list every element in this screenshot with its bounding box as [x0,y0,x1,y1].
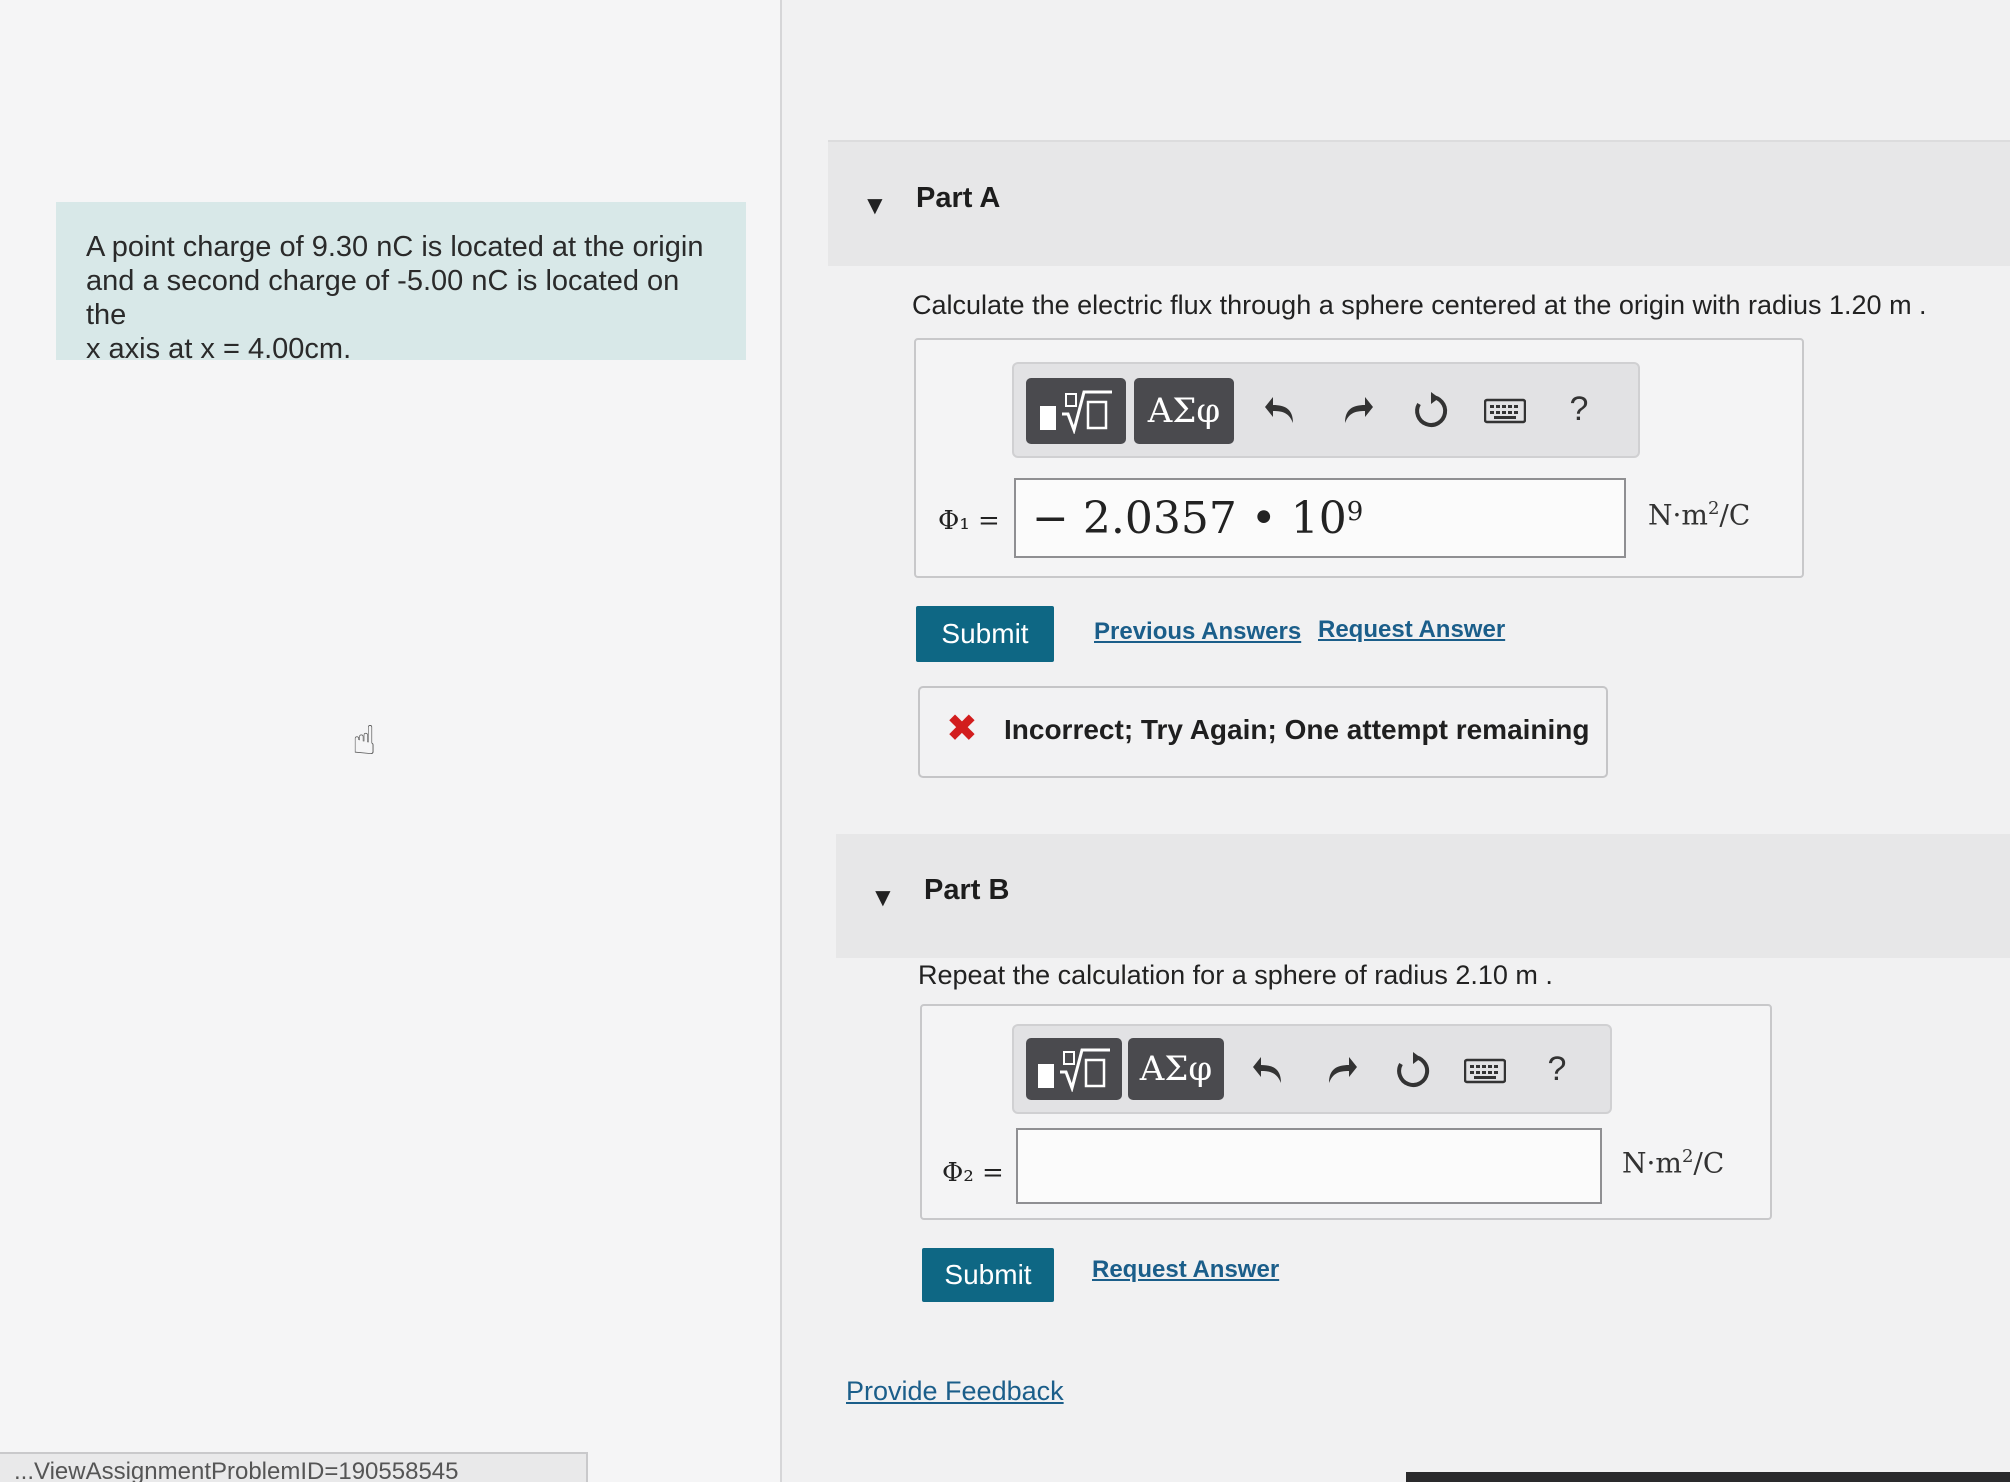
feedback-message: Incorrect; Try Again; One attempt remain… [1004,714,1590,745]
phi2-unit-tail: /C [1693,1146,1725,1180]
help-button[interactable]: ? [1554,384,1604,434]
redo-icon[interactable] [1332,386,1382,436]
phi1-unit: N·m2/C [1648,498,1750,531]
keyboard-icon[interactable] [1460,1046,1510,1096]
phi1-unit-tail: /C [1719,498,1751,532]
keyboard-icon[interactable] [1480,386,1530,436]
undo-icon[interactable] [1244,1046,1294,1096]
greek-symbols-button[interactable]: ΑΣφ [1134,378,1234,444]
problem-line-2: and a second charge of -5.00 nC is locat… [86,265,680,331]
part-b-header[interactable]: ▼ Part B [836,834,2010,958]
phi2-unit-exp: 2 [1681,1146,1694,1167]
template-sqrt-icon[interactable] [1026,1038,1122,1100]
provide-feedback-link[interactable]: Provide Feedback [846,1376,1064,1407]
feedback-message-box: ✖ Incorrect; Try Again; One attempt rema… [918,686,1608,778]
part-a-title: Part A [916,182,1001,214]
collapse-caret-icon[interactable]: ▼ [870,882,896,913]
greek-symbols-button[interactable]: ΑΣφ [1128,1038,1224,1100]
part-b-math-toolbar: ΑΣφ ? [1012,1024,1612,1114]
status-url: ...ViewAssignmentProblemID=190558545 [0,1452,588,1482]
phi1-unit-exp: 2 [1707,498,1720,519]
reset-icon[interactable] [1388,1046,1438,1096]
part-b-title: Part B [924,874,1010,906]
part-b-request-answer-link[interactable]: Request Answer [1092,1256,1279,1284]
phi1-unit-base: N·m [1648,498,1708,532]
phi2-unit-base: N·m [1622,1146,1682,1180]
phi1-answer-mantissa: − 2.0357 • 10 [1032,492,1347,544]
problem-pane: A point charge of 9.30 nC is located at … [0,0,782,1482]
bottom-edge [1406,1472,2010,1482]
problem-line-3: x axis at x = 4.00cm. [86,333,352,365]
undo-icon[interactable] [1256,386,1306,436]
phi1-answer-exponent: 9 [1346,497,1364,527]
phi2-label: Φ₂ = [942,1158,1004,1188]
template-sqrt-icon[interactable] [1026,378,1126,444]
phi2-unit: N·m2/C [1622,1146,1724,1179]
part-b-submit-button[interactable]: Submit [922,1248,1054,1302]
reset-icon[interactable] [1406,386,1456,436]
problem-line-1: A point charge of 9.30 nC is located at … [86,231,704,263]
part-b-prompt: Repeat the calculation for a sphere of r… [918,960,1553,990]
hand-cursor-icon: ☝ [352,719,377,763]
part-a-prompt: Calculate the electric flux through a sp… [912,290,1927,320]
redo-icon[interactable] [1316,1046,1366,1096]
previous-answers-link[interactable]: Previous Answers [1094,618,1301,646]
problem-statement: A point charge of 9.30 nC is located at … [56,202,746,365]
part-a-request-answer-link[interactable]: Request Answer [1318,616,1505,644]
part-a-header[interactable]: ▼ Part A [828,142,2010,266]
phi1-answer-input[interactable]: − 2.0357 • 10 9 [1014,478,1626,558]
incorrect-x-icon: ✖ [946,708,978,750]
phi2-answer-input[interactable] [1016,1128,1602,1204]
phi1-label: Φ₁ = [938,506,1000,536]
collapse-caret-icon[interactable]: ▼ [862,190,888,221]
part-a-submit-button[interactable]: Submit [916,606,1054,662]
part-a-math-toolbar: ΑΣφ ? [1012,362,1640,458]
help-button[interactable]: ? [1532,1044,1582,1094]
